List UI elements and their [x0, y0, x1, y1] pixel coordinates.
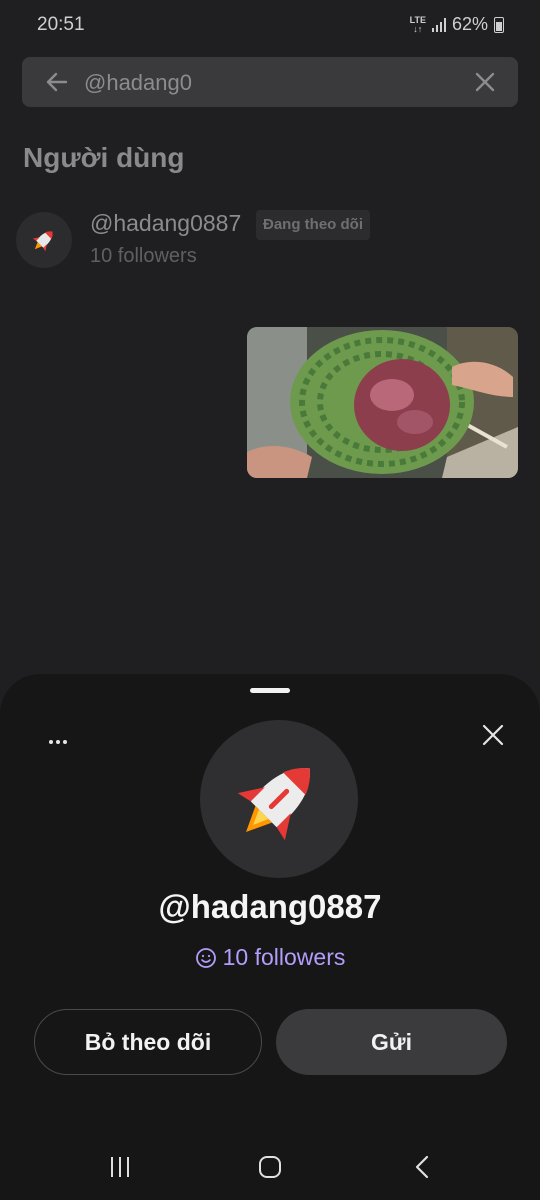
home-icon[interactable] [258, 1155, 282, 1179]
close-icon[interactable] [480, 722, 506, 748]
video-thumbnail-image [247, 327, 518, 478]
profile-followers[interactable]: 10 followers [0, 944, 540, 971]
profile-username: @hadang0887 [158, 888, 382, 925]
user-followers: 10 followers [90, 245, 197, 267]
signal-icon [431, 17, 446, 32]
user-username: @hadang0887 [90, 210, 242, 236]
smiley-icon [195, 947, 216, 968]
status-bar: 20:51 LTE ↓↑ 62% [0, 0, 540, 52]
recents-icon[interactable] [108, 1156, 132, 1178]
following-badge: Đang theo dõi [256, 210, 370, 240]
battery-icon [494, 16, 504, 33]
nav-back-icon[interactable] [412, 1155, 432, 1179]
clear-icon[interactable] [472, 69, 498, 95]
video-thumbnail[interactable] [247, 327, 518, 478]
battery-percent: 62% [451, 14, 488, 34]
more-options-icon[interactable] [44, 728, 72, 756]
rocket-icon [32, 231, 53, 252]
drag-handle[interactable] [250, 688, 290, 693]
avatar[interactable] [16, 212, 72, 268]
lte-icon: LTE ↓↑ [409, 14, 426, 34]
search-input[interactable]: @hadang0 [84, 70, 192, 96]
status-time: 20:51 [37, 14, 85, 35]
profile-avatar [200, 720, 358, 878]
status-icons: LTE ↓↑ 62% [410, 14, 504, 35]
unfollow-button[interactable]: Bỏ theo dõi [34, 1009, 262, 1075]
send-button[interactable]: Gửi [276, 1009, 507, 1075]
profile-bottom-sheet: @hadang0887 10 followers Bỏ theo dõi Gửi [0, 674, 540, 1200]
profile-followers-count: 10 followers [222, 944, 346, 970]
user-result-row[interactable]: @hadang0887 Đang theo dõi 10 followers [16, 208, 516, 278]
section-title: Người dùng [23, 142, 185, 173]
rocket-icon [237, 768, 310, 841]
back-arrow-icon[interactable] [44, 69, 70, 95]
search-bar[interactable]: @hadang0 [22, 57, 518, 107]
